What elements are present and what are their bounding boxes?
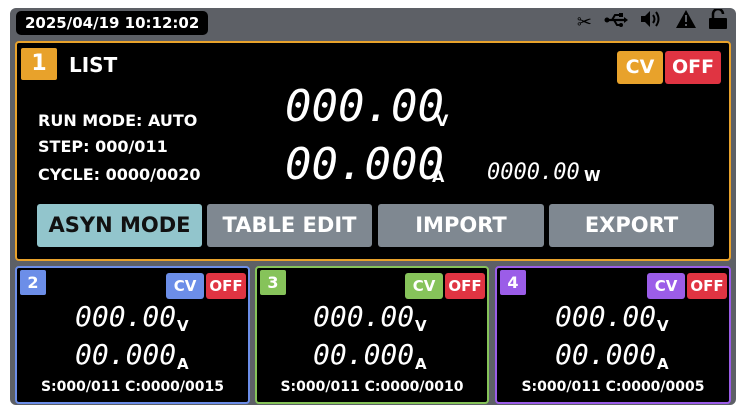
channel-4-step-cycle: S:000/011 C:0000/0005	[521, 379, 705, 395]
channel-2-current-unit: A	[177, 355, 189, 373]
warning-icon	[676, 10, 696, 36]
channel-2-current: 00.000	[75, 338, 177, 371]
channel-2-voltage-unit: V	[177, 317, 189, 335]
import-button[interactable]: IMPORT	[378, 204, 544, 247]
cv-badge: CV	[617, 51, 663, 84]
channel-4-voltage: 000.00	[555, 300, 657, 333]
channel-4-cv-badge: CV	[647, 273, 685, 299]
channel-2-off-button[interactable]: OFF	[206, 273, 246, 299]
usb-icon	[604, 10, 628, 36]
channel-3-voltage: 000.00	[313, 300, 415, 333]
channel-3-current: 00.000	[313, 338, 415, 371]
channel-1-mode: LIST	[69, 53, 118, 77]
channel-2-cv-badge: CV	[166, 273, 204, 299]
step-label: STEP: 000/011	[38, 137, 168, 156]
current-readout: 00.000	[285, 139, 444, 190]
channel-1-panel[interactable]: 1 LIST CV OFF RUN MODE: AUTO STEP: 000/0…	[15, 41, 731, 261]
cycle-label: CYCLE: 0000/0020	[38, 165, 201, 184]
export-button[interactable]: EXPORT	[549, 204, 714, 247]
asyn-mode-button[interactable]: ASYN MODE	[37, 204, 202, 247]
channel-3-off-button[interactable]: OFF	[445, 273, 485, 299]
instrument-screen: 2025/04/19 10:12:02 ✂ 1 LIST CV OFF RUN …	[10, 8, 736, 405]
output-off-button[interactable]: OFF	[665, 51, 721, 84]
scissors-icon: ✂	[576, 12, 592, 33]
channel-4-off-button[interactable]: OFF	[687, 273, 727, 299]
channel-3-number: 3	[260, 270, 286, 295]
channel-3-current-unit: A	[415, 355, 427, 373]
channel-2-step-cycle: S:000/011 C:0000/0015	[40, 379, 225, 395]
status-bar: 2025/04/19 10:12:02 ✂	[10, 8, 736, 38]
channel-2-voltage: 000.00	[75, 300, 177, 333]
unlock-icon	[708, 8, 728, 37]
channel-3-panel[interactable]: 3 CV OFF 000.00 V 00.000 A S:000/011 C:0…	[255, 266, 489, 404]
channel-3-step-cycle: S:000/011 C:0000/0010	[280, 379, 464, 395]
channel-4-panel[interactable]: 4 CV OFF 000.00 V 00.000 A S:000/011 C:0…	[495, 266, 731, 404]
channel-4-number: 4	[500, 270, 526, 295]
voltage-unit: V	[436, 111, 449, 130]
channel-3-cv-badge: CV	[405, 273, 443, 299]
channel-4-current: 00.000	[555, 338, 657, 371]
datetime-display: 2025/04/19 10:12:02	[16, 11, 209, 35]
voltage-readout: 000.00	[285, 81, 444, 132]
table-edit-button[interactable]: TABLE EDIT	[207, 204, 372, 247]
current-unit: A	[432, 167, 445, 186]
channel-1-number: 1	[21, 48, 57, 80]
speaker-icon	[640, 10, 664, 36]
channel-4-current-unit: A	[657, 355, 669, 373]
status-icons: ✂	[576, 8, 728, 37]
channel-2-number: 2	[20, 270, 46, 295]
channel-2-panel[interactable]: 2 CV OFF 000.00 V 00.000 A S:000/011 C:0…	[15, 266, 250, 404]
power-readout: 0000.00	[487, 160, 580, 185]
run-mode-label: RUN MODE: AUTO	[38, 111, 198, 130]
power-unit: W	[584, 167, 601, 185]
channel-3-voltage-unit: V	[415, 317, 427, 335]
channel-4-voltage-unit: V	[657, 317, 669, 335]
